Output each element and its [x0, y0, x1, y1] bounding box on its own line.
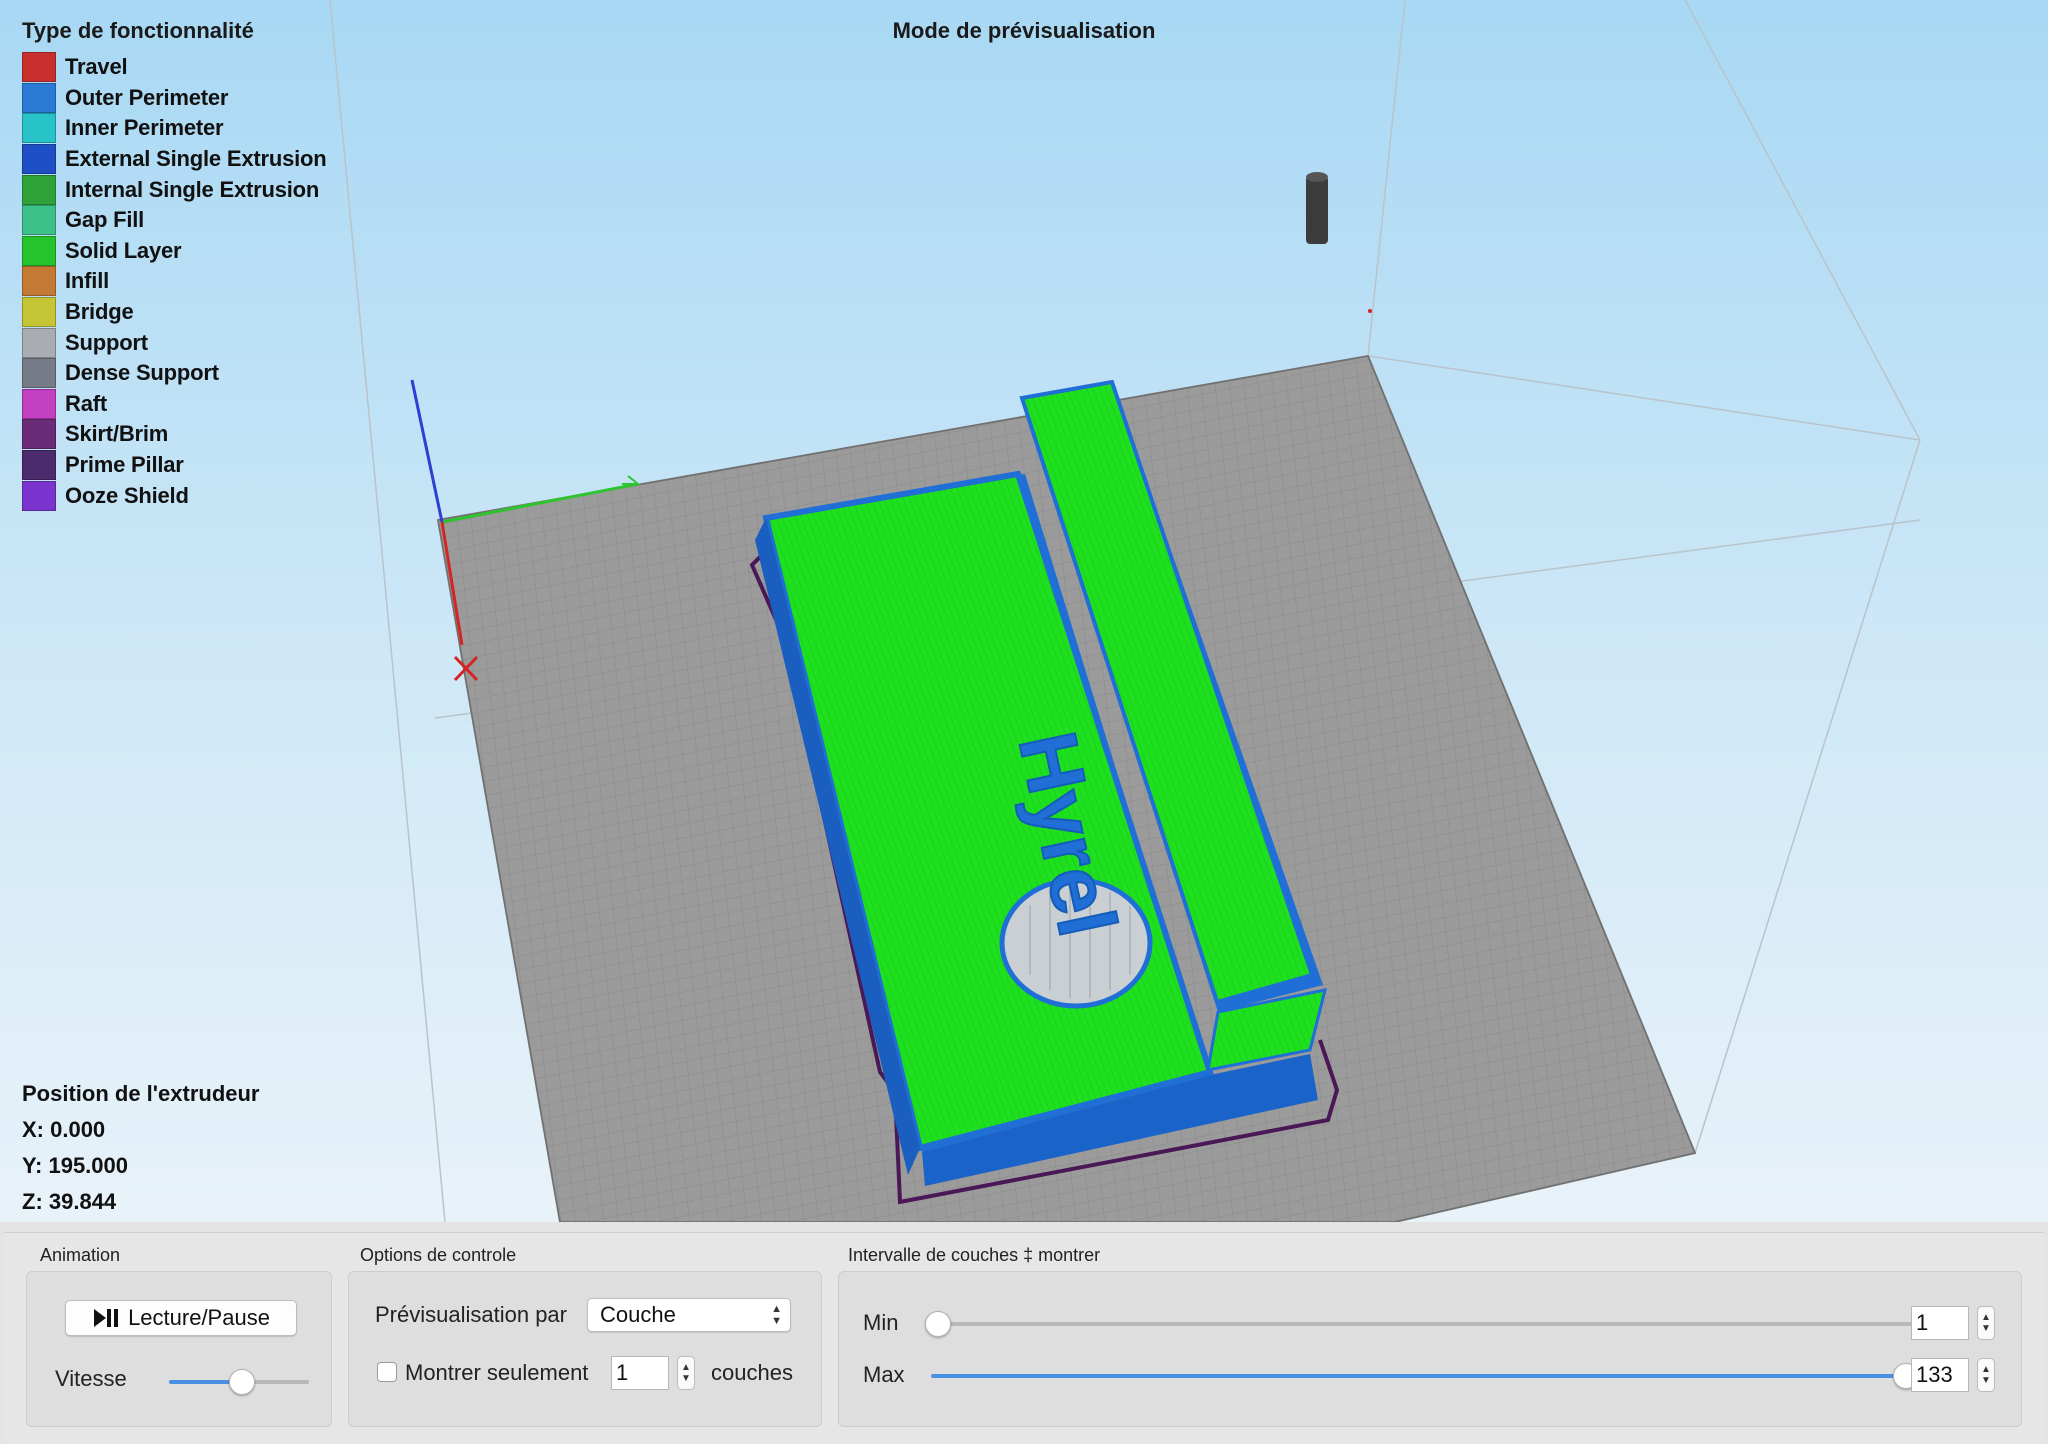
- feature-type-legend: Type de fonctionnalité Travel Outer Perim…: [22, 18, 327, 511]
- legend-item: Ooze Shield: [22, 480, 327, 511]
- show-only-layers-input[interactable]: 1: [611, 1356, 669, 1390]
- extruder-position: Position de l'extrudeur X: 0.000 Y: 195.…: [22, 1076, 260, 1220]
- legend-label: Infill: [65, 268, 110, 294]
- legend-item: Prime Pillar: [22, 450, 327, 481]
- min-label: Min: [863, 1310, 899, 1335]
- legend-item: Support: [22, 327, 327, 358]
- legend-item: Infill: [22, 266, 327, 297]
- legend-item: External Single Extrusion: [22, 144, 327, 175]
- legend-swatch: [22, 450, 56, 481]
- legend-label: Dense Support: [65, 360, 219, 386]
- show-only-stepper[interactable]: ▲ ▼: [677, 1356, 695, 1390]
- extruder-z: Z: 39.844: [22, 1189, 117, 1214]
- legend-item: Internal Single Extrusion: [22, 174, 327, 205]
- legend-swatch: [22, 327, 56, 358]
- layer-range-group-label: Intervalle de couches ‡ montrer: [848, 1245, 1101, 1265]
- legend-item: Bridge: [22, 297, 327, 328]
- layer-range-group: Min 1 ▲ ▼ Max 133 ▲ ▼: [838, 1271, 2022, 1427]
- preview-viewport[interactable]: Hyrel Mode de prévisualisation Type de f…: [0, 0, 2048, 1222]
- legend-item: Travel: [22, 52, 327, 83]
- legend-item: Outer Perimeter: [22, 82, 327, 114]
- show-only-checkbox[interactable]: [377, 1362, 397, 1382]
- legend-label: Outer Perimeter: [65, 84, 229, 110]
- legend-swatch: [22, 419, 56, 450]
- speed-slider-knob[interactable]: [228, 1369, 255, 1395]
- legend-swatch: [22, 144, 56, 175]
- legend-item: Inner Perimeter: [22, 113, 327, 144]
- legend-swatch: [22, 113, 56, 144]
- play-pause-label: Lecture/Pause: [128, 1305, 270, 1330]
- legend-swatch: [22, 480, 56, 511]
- extruder-position-title: Position de l'extrudeur: [22, 1081, 260, 1106]
- layers-suffix-label: couches: [711, 1360, 793, 1385]
- legend-label: Solid Layer: [65, 237, 182, 263]
- legend-label: External Single Extrusion: [65, 146, 327, 172]
- control-options-group: Prévisualisation par Couche ▲ ▼ Montrer s…: [348, 1271, 822, 1427]
- legend-swatch: [22, 205, 56, 236]
- legend-label: Skirt/Brim: [65, 421, 169, 447]
- min-slider-track[interactable]: [931, 1322, 1931, 1326]
- play-pause-button[interactable]: Lecture/Pause: [65, 1300, 297, 1336]
- preview-by-value: Couche: [600, 1302, 676, 1327]
- show-only-label: Montrer seulement: [405, 1360, 589, 1385]
- legend-item: Skirt/Brim: [22, 419, 327, 450]
- min-layer-stepper[interactable]: ▲ ▼: [1977, 1306, 1995, 1340]
- preview-control-panel: Animation Lecture/Pause Vitesse Options …: [4, 1232, 2044, 1444]
- max-slider-track[interactable]: [931, 1374, 1897, 1378]
- legend-label: Inner Perimeter: [65, 115, 224, 141]
- legend-label: Ooze Shield: [65, 482, 189, 508]
- preview-by-label: Prévisualisation par: [375, 1302, 567, 1327]
- extruder-x: X: 0.000: [22, 1117, 106, 1142]
- max-label: Max: [863, 1362, 905, 1387]
- select-arrows-icon: ▲ ▼: [771, 1303, 782, 1327]
- legend-swatch: [22, 174, 56, 205]
- legend-label: Internal Single Extrusion: [65, 176, 320, 202]
- min-layer-input[interactable]: 1: [1911, 1306, 1969, 1340]
- legend-label: Prime Pillar: [65, 452, 184, 478]
- nozzle-marker: [1306, 172, 1372, 313]
- legend-swatch: [22, 266, 56, 297]
- legend-item: Raft: [22, 388, 327, 420]
- legend-swatch: [22, 358, 56, 389]
- legend-swatch: [22, 388, 56, 419]
- control-options-group-label: Options de controle: [360, 1245, 517, 1265]
- max-layer-input[interactable]: 133: [1911, 1358, 1969, 1392]
- legend-item: Gap Fill: [22, 205, 327, 236]
- min-slider-knob[interactable]: [925, 1311, 951, 1337]
- max-layer-stepper[interactable]: ▲ ▼: [1977, 1358, 1995, 1392]
- legend-label: Gap Fill: [65, 207, 145, 233]
- legend-label: Travel: [65, 54, 128, 80]
- legend-title: Type de fonctionnalité: [22, 18, 254, 43]
- legend-swatch: [22, 52, 56, 83]
- animation-group-label: Animation: [40, 1245, 121, 1265]
- legend-item: Solid Layer: [22, 235, 327, 267]
- legend-label: Support: [65, 329, 148, 355]
- legend-swatch: [22, 235, 56, 266]
- speed-label: Vitesse: [55, 1366, 127, 1391]
- preview-by-select[interactable]: Couche ▲ ▼: [587, 1298, 791, 1332]
- extruder-y: Y: 195.000: [22, 1153, 129, 1178]
- legend-swatch: [22, 82, 56, 113]
- legend-label: Raft: [65, 390, 107, 416]
- animation-group: Lecture/Pause Vitesse: [26, 1271, 332, 1427]
- legend-item: Dense Support: [22, 358, 327, 389]
- legend-swatch: [22, 297, 56, 328]
- play-pause-icon: [92, 1308, 120, 1328]
- legend-label: Bridge: [65, 299, 134, 325]
